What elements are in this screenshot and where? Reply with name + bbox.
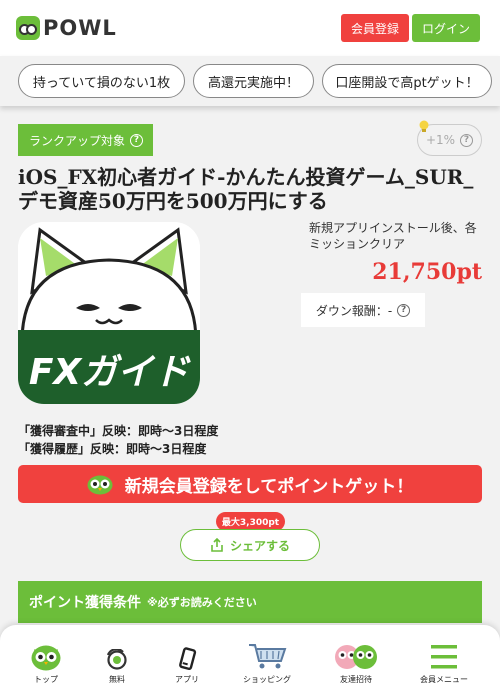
nav-label-free: 無料 — [109, 675, 125, 684]
signup-cta-button[interactable]: 新規会員登録をしてポイントゲット！ — [18, 465, 482, 503]
header: POWL 会員登録 ログイン — [0, 0, 500, 56]
friends-icon — [335, 645, 377, 669]
review-timing: 「獲得審査中」反映：即時～3日程度 「獲得履歴」反映：即時～3日程度 — [18, 422, 218, 458]
reward-points: 21,750pt — [372, 259, 482, 285]
logo-text: POWL — [43, 16, 117, 40]
review-pending-line: 「獲得審査中」反映：即時～3日程度 — [18, 424, 219, 438]
owl-icon — [87, 475, 113, 495]
nav-item-shopping[interactable]: ショッピング — [232, 639, 302, 695]
coin-icon — [106, 649, 127, 670]
login-button[interactable]: ログイン — [412, 14, 480, 42]
owl-logo-icon — [16, 16, 40, 40]
review-history-line: 「獲得履歴」反映：即時～3日程度 — [18, 442, 207, 456]
chip-high-return[interactable]: 高還元実施中！ — [193, 64, 314, 98]
cart-icon — [249, 644, 287, 669]
lightbulb-icon — [419, 120, 429, 132]
conditions-note: ※必ずお読みください — [147, 596, 257, 609]
nav-item-apps[interactable]: アプリ — [152, 639, 222, 695]
nav-label-member-menu: 会員メニュー — [420, 675, 468, 684]
smartphone-icon — [179, 647, 197, 670]
nav-item-invite[interactable]: 友達招待 — [321, 639, 391, 695]
nav-label-invite: 友達招待 — [340, 675, 372, 684]
offer-title: iOS_FX初心者ガイド-かんたん投資ゲーム_SUR_デモ資産50万円を500万… — [18, 165, 474, 213]
register-button[interactable]: 会員登録 — [341, 14, 409, 42]
help-icon: ? — [130, 133, 144, 147]
conditions-title: ポイント獲得条件 — [29, 595, 141, 611]
share-label: シェアする — [229, 538, 290, 553]
help-icon: ? — [397, 303, 411, 317]
bottom-navigation: トップ 無料 アプリ ショッピング 友達招待 会員メニュー — [0, 625, 500, 700]
app-icon: FXガイド — [18, 222, 200, 404]
share-icon — [211, 538, 223, 552]
category-chip-bar: 持っていて損のない1枚 高還元実施中！ 口座開設で高ptゲット！ — [0, 56, 500, 106]
nav-label-top: トップ — [34, 675, 58, 684]
signup-cta-label: 新規会員登録をしてポイントゲット！ — [124, 476, 414, 497]
chip-card-offer[interactable]: 持っていて損のない1枚 — [18, 64, 185, 98]
fx-guide-cat-icon: FXガイド — [18, 222, 200, 404]
mission-description: 新規アプリインストール後、各ミッションクリア — [309, 221, 477, 251]
nav-item-top[interactable]: トップ — [11, 639, 81, 695]
nav-label-apps: アプリ — [175, 675, 199, 684]
app-icon-text: FXガイド — [29, 352, 191, 393]
rank-up-badge[interactable]: ランクアップ対象 ? — [18, 124, 153, 156]
share-button[interactable]: シェアする — [180, 529, 320, 561]
rank-up-label: ランクアップ対象 — [29, 133, 126, 148]
nav-label-shopping: ショッピング — [243, 675, 291, 684]
chip-account-opening[interactable]: 口座開設で高ptゲット！ — [322, 64, 492, 98]
nav-item-free[interactable]: 無料 — [82, 639, 152, 695]
nav-item-member-menu[interactable]: 会員メニュー — [409, 639, 479, 695]
owl-icon — [31, 645, 61, 671]
bonus-rate-label: +1% — [425, 133, 456, 147]
down-reward-box[interactable]: ダウン報酬：- ? — [301, 293, 425, 327]
logo[interactable]: POWL — [16, 14, 117, 42]
conditions-header: ポイント獲得条件 ※必ずお読みください — [18, 581, 482, 623]
menu-icon — [431, 645, 457, 669]
down-reward-label: ダウン報酬：- — [315, 303, 393, 318]
help-icon: ? — [460, 133, 474, 147]
